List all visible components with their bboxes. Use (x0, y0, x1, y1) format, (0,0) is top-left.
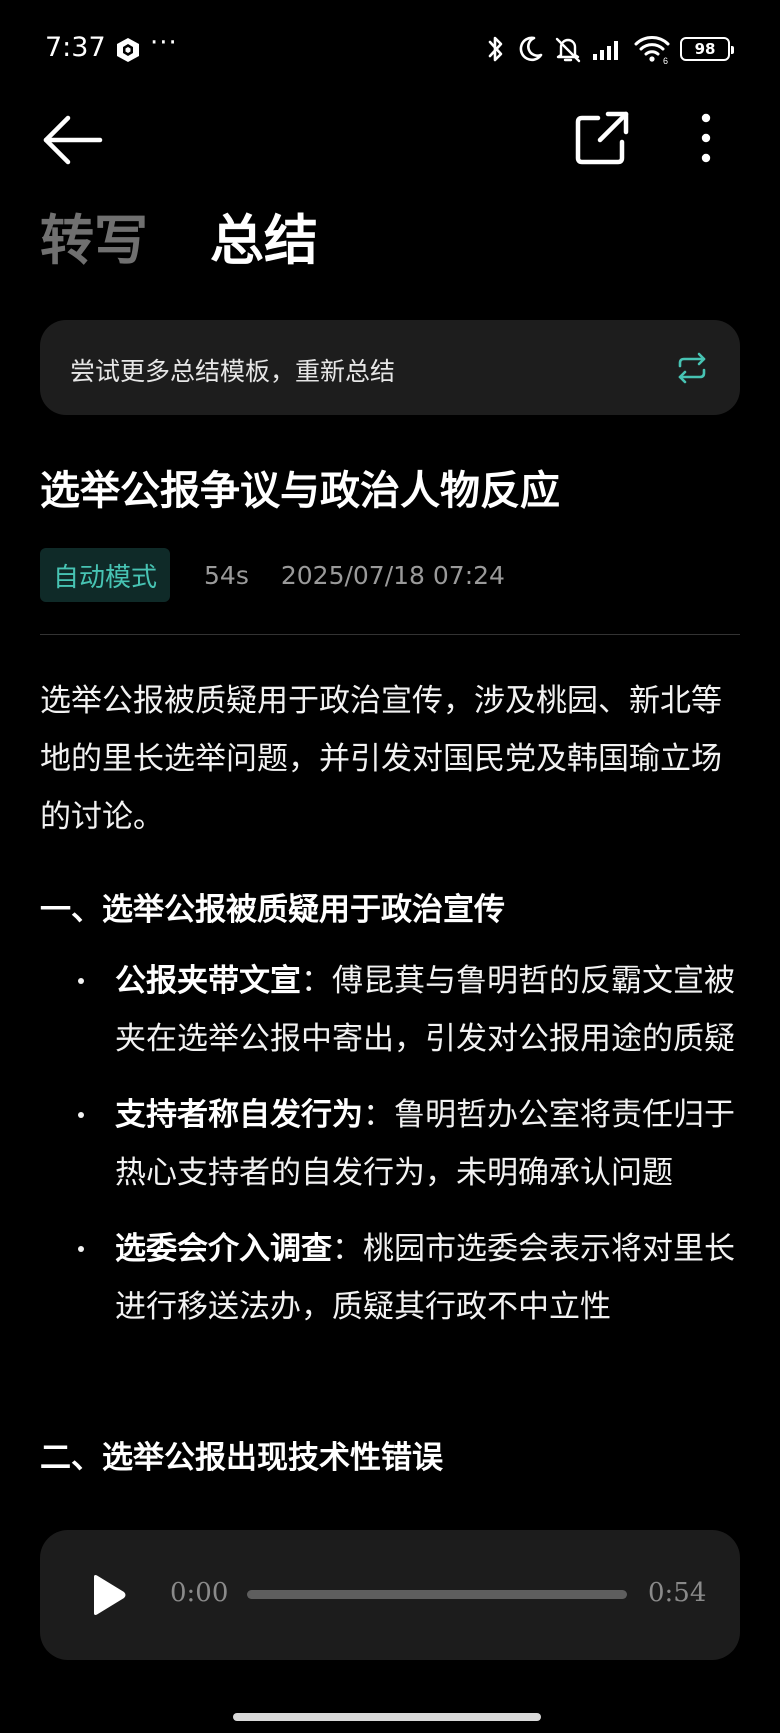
app-hexagon-icon (117, 38, 139, 62)
status-more-indicator: ··· (150, 28, 178, 58)
divider (40, 634, 740, 635)
status-time: 7:37 (45, 32, 106, 63)
section-heading: 二、选举公报出现技术性错误 (40, 1440, 443, 1476)
bullet-term: 公报夹带文宣 (115, 963, 301, 999)
wifi-icon: 6 (634, 36, 670, 65)
list-item: 支持者称自发行为：鲁明哲办公室将责任归于热心支持者的自发行为，未明确承认问题 (40, 1086, 740, 1202)
back-button[interactable] (40, 112, 110, 168)
more-menu-button[interactable] (690, 108, 722, 168)
recording-duration: 54s (204, 560, 249, 590)
play-icon (94, 1575, 126, 1615)
total-time: 0:54 (648, 1578, 707, 1608)
battery-icon: 98 (680, 37, 734, 61)
more-vertical-icon (701, 113, 711, 163)
section-bullet-list: 公报夹带文宣：傅昆萁与鲁明哲的反霸文宣被夹在选举公报中寄出，引发对公报用途的质疑… (40, 952, 740, 1354)
summary-intro: 选举公报被质疑用于政治宣传，涉及桃园、新北等地的里长选举问题，并引发对国民党及韩… (40, 683, 722, 835)
current-time: 0:00 (170, 1578, 229, 1608)
bell-muted-icon (555, 37, 581, 63)
share-icon (575, 111, 629, 165)
status-icons: 6 98 (485, 33, 734, 65)
retry-summary-text: 尝试更多总结模板，重新总结 (70, 357, 396, 386)
list-item: 公报夹带文宣：傅昆萁与鲁明哲的反霸文宣被夹在选举公报中寄出，引发对公报用途的质疑 (40, 952, 740, 1068)
bluetooth-icon (488, 36, 503, 62)
mode-badge: 自动模式 (40, 548, 171, 602)
svg-text:6: 6 (663, 56, 668, 65)
back-arrow-icon (43, 115, 103, 165)
battery-level: 98 (694, 40, 716, 58)
tab-summary[interactable]: 总结 (210, 205, 318, 277)
status-bar: 7:37 ··· 6 98 (0, 0, 780, 100)
refresh-icon[interactable] (674, 350, 710, 386)
progress-bar[interactable] (247, 1590, 627, 1599)
summary-screen: 7:37 ··· 6 98 转写 总结 尝试更多总结模板，重新总结 选举公报争议… (0, 0, 780, 1733)
audio-player: 0:00 0:54 (40, 1530, 740, 1660)
tab-transcript[interactable]: 转写 (40, 205, 148, 277)
bullet-dot (78, 1246, 84, 1252)
bullet-dot (78, 1112, 84, 1118)
section-heading: 一、选举公报被质疑用于政治宣传 (40, 892, 505, 928)
summary-meta: 自动模式 54s 2025/07/18 07:24 (40, 548, 505, 602)
home-indicator[interactable] (233, 1713, 541, 1721)
bullet-dot (78, 978, 84, 984)
bullet-term: 选委会介入调查 (115, 1231, 332, 1267)
moon-icon (519, 36, 543, 62)
summary-title: 选举公报争议与政治人物反应 (40, 468, 560, 514)
bullet-term: 支持者称自发行为 (115, 1097, 363, 1133)
retry-summary-banner[interactable]: 尝试更多总结模板，重新总结 (40, 320, 740, 415)
signal-icon (593, 41, 618, 60)
list-item: 选委会介入调查：桃园市选委会表示将对里长进行移送法办，质疑其行政不中立性 (40, 1220, 740, 1336)
tab-bar: 转写 总结 (40, 205, 318, 277)
play-button[interactable] (88, 1573, 128, 1617)
recording-datetime: 2025/07/18 07:24 (280, 560, 505, 590)
share-button[interactable] (572, 108, 632, 168)
